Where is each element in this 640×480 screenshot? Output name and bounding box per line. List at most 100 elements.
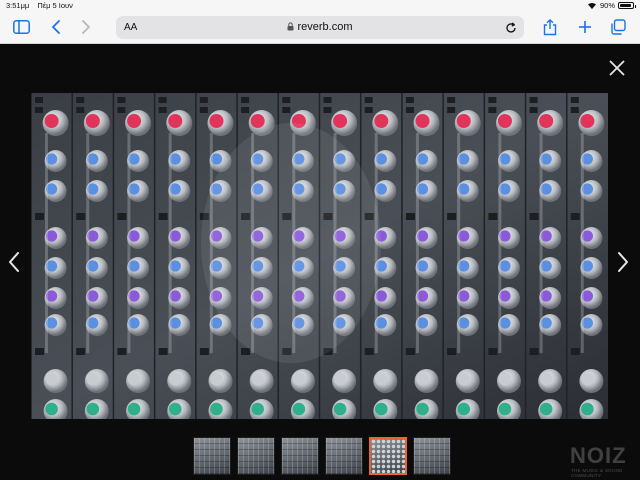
image-lightbox: NOIZ THE MUSIC & SOUND COMMUNITY xyxy=(0,45,640,480)
tabs-button[interactable] xyxy=(609,19,627,35)
thumbnail-image xyxy=(238,438,274,474)
safari-toolbar: AA reverb.com xyxy=(0,11,640,44)
knob-cap xyxy=(127,114,142,128)
channel-button xyxy=(488,107,497,113)
mixer-photo[interactable] xyxy=(31,93,608,419)
channel-button xyxy=(199,97,208,103)
chevron-left-icon xyxy=(52,20,60,34)
battery-percent: 90% xyxy=(599,1,615,10)
channel-button xyxy=(282,107,291,113)
knob-cap xyxy=(375,372,388,386)
knob-cap xyxy=(251,372,264,386)
channel-button xyxy=(117,107,126,113)
channel-button xyxy=(529,213,539,220)
knob-cap xyxy=(209,114,224,128)
knob-cap xyxy=(168,372,182,386)
label-strip xyxy=(498,133,502,353)
knob-cap xyxy=(580,114,595,128)
knob-cap xyxy=(581,372,594,386)
forward-button[interactable] xyxy=(77,19,95,35)
channel-button xyxy=(447,97,456,103)
channel-button xyxy=(35,107,43,113)
reload-button[interactable] xyxy=(505,21,517,39)
label-strip xyxy=(580,133,584,353)
gallery-thumbnail[interactable] xyxy=(193,437,231,475)
channel-button xyxy=(199,348,209,355)
channel-button xyxy=(35,348,44,355)
chevron-right-icon xyxy=(618,252,628,272)
gallery-thumbnail[interactable] xyxy=(413,437,451,475)
close-button[interactable] xyxy=(607,58,627,78)
next-image-button[interactable] xyxy=(615,250,631,274)
knob-cap xyxy=(539,402,553,416)
channel-button xyxy=(199,107,208,113)
channel-button xyxy=(323,97,332,103)
channel-button xyxy=(488,97,497,103)
lock-icon xyxy=(287,22,294,31)
thumbnail-strip xyxy=(193,437,451,475)
channel-button xyxy=(405,107,414,113)
gallery-thumbnail[interactable] xyxy=(237,437,275,475)
channel-button xyxy=(158,213,168,220)
channel-button xyxy=(570,97,579,103)
share-icon xyxy=(543,18,557,35)
knob-cap xyxy=(498,402,512,416)
knob-cap xyxy=(415,114,430,128)
knob-cap xyxy=(44,114,59,128)
channel-button xyxy=(364,107,373,113)
knob-cap xyxy=(168,402,182,416)
channel-button xyxy=(488,213,498,220)
address-bar[interactable]: AA reverb.com xyxy=(116,16,524,39)
channel-button xyxy=(405,97,414,103)
knob-cap xyxy=(539,372,553,386)
channel-button xyxy=(323,107,332,113)
channel-button xyxy=(76,97,85,103)
new-tab-button[interactable] xyxy=(576,19,594,35)
thumbnail-image xyxy=(371,439,405,473)
previous-image-button[interactable] xyxy=(6,250,22,274)
gallery-thumbnail[interactable] xyxy=(325,437,363,475)
share-button[interactable] xyxy=(541,18,559,35)
knob-cap xyxy=(498,372,512,386)
knob-cap xyxy=(86,402,100,416)
plus-icon xyxy=(579,21,591,33)
channel-button xyxy=(241,348,251,355)
tabs-icon xyxy=(611,19,626,35)
thumbnail-image xyxy=(326,438,362,474)
gallery-thumbnail[interactable] xyxy=(369,437,407,475)
label-strip xyxy=(457,133,461,353)
knob-cap xyxy=(497,114,512,128)
knob-cap xyxy=(127,402,141,416)
channel-button xyxy=(447,348,457,355)
knob-cap xyxy=(539,114,554,128)
knob-cap xyxy=(292,402,306,416)
thumbnail-image xyxy=(282,438,318,474)
label-strip xyxy=(539,133,543,353)
knob-cap xyxy=(374,114,389,128)
channel-button xyxy=(117,348,127,355)
label-strip xyxy=(45,133,48,353)
channel-button xyxy=(529,97,538,103)
knob-cap xyxy=(581,402,594,416)
knob-cap xyxy=(292,372,306,386)
channel-button xyxy=(529,107,538,113)
channel-button xyxy=(76,107,85,113)
channel-button xyxy=(364,97,373,103)
battery-icon xyxy=(618,2,636,9)
knob-cap xyxy=(127,372,141,386)
thumbnail-image xyxy=(194,438,230,474)
gallery-thumbnail[interactable] xyxy=(281,437,319,475)
thumbnail-image xyxy=(414,438,450,474)
sidebar-icon[interactable] xyxy=(12,19,30,35)
url-field[interactable]: reverb.com xyxy=(116,21,524,33)
noiz-logo: NOIZ xyxy=(570,443,627,468)
channel-button xyxy=(76,213,86,220)
channel-button xyxy=(405,213,415,220)
channel-button xyxy=(488,348,498,355)
back-button[interactable] xyxy=(47,19,65,35)
channel-button xyxy=(570,348,580,355)
channel-button xyxy=(117,97,126,103)
knob-cap xyxy=(333,402,347,416)
status-date: Πέμ 5 Ιουν xyxy=(37,1,73,10)
channel-button xyxy=(241,97,250,103)
